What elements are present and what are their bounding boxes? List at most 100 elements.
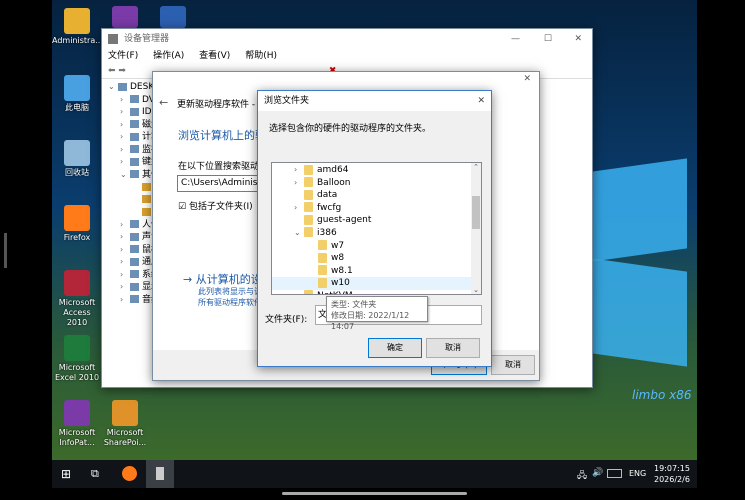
- folder-icon: [318, 277, 327, 288]
- folder-item[interactable]: › NetKVM: [272, 290, 481, 294]
- language-indicator[interactable]: ENG: [629, 469, 646, 478]
- network-icon[interactable]: 🖧: [577, 468, 587, 484]
- expand-chevron-icon[interactable]: ›: [120, 294, 130, 307]
- device-icon: [130, 232, 139, 241]
- expand-chevron-icon[interactable]: ⌄: [294, 227, 304, 240]
- expand-chevron-icon[interactable]: ›: [120, 156, 130, 169]
- expand-chevron-icon[interactable]: ›: [120, 144, 130, 157]
- desktop-icon[interactable]: Microsoft Access 2010: [52, 270, 102, 328]
- windows-logo-pane: [592, 258, 687, 367]
- device-icon: [130, 257, 139, 266]
- maximize-button[interactable]: ☐: [544, 29, 552, 49]
- tooltip-type: 类型: 文件夹: [331, 300, 377, 309]
- browse-folder-dialog: 浏览文件夹 ✕ 选择包含你的硬件的驱动程序的文件夹。 › amd64 › Balloo…: [257, 90, 492, 367]
- close-button[interactable]: ✕: [477, 91, 485, 111]
- app-icon: [64, 400, 90, 426]
- firefox-taskbar-icon[interactable]: [122, 466, 137, 481]
- expand-chevron-icon[interactable]: ›: [294, 164, 304, 177]
- expand-chevron-icon[interactable]: ›: [120, 256, 130, 269]
- title-bar: 浏览文件夹 ✕: [258, 91, 491, 111]
- desktop-icon-label: Firefox: [63, 233, 91, 242]
- folder-item[interactable]: ⌄ i386: [272, 227, 481, 240]
- keyboard-icon[interactable]: [607, 469, 622, 478]
- device-manager-taskbar-icon[interactable]: [146, 460, 174, 488]
- expand-chevron-icon[interactable]: ›: [294, 177, 304, 190]
- expand-chevron-icon[interactable]: ›: [294, 290, 304, 294]
- back-arrow-icon[interactable]: ←: [159, 96, 168, 109]
- include-subfolders-label: 包括子文件夹(I): [188, 202, 253, 212]
- scrollbar[interactable]: ⌃ ⌄: [471, 163, 481, 294]
- menu-action[interactable]: 操作(A): [153, 51, 184, 61]
- cancel-button[interactable]: 取消: [491, 355, 535, 375]
- folder-name: w10: [331, 278, 350, 289]
- pick-desc: 此列表将显示与该: [198, 287, 262, 296]
- desktop-icon-label: 回收站: [65, 168, 89, 177]
- folder-name: NetKVM: [317, 291, 353, 294]
- folder-item[interactable]: w10: [272, 277, 481, 290]
- back-icon[interactable]: ⬅: [108, 66, 116, 76]
- folder-name: Balloon: [317, 177, 351, 188]
- desktop-icon-label: Administra...: [52, 36, 103, 45]
- folder-item[interactable]: guest-agent: [272, 214, 481, 227]
- desktop-icon-label: 此电脑: [65, 103, 89, 112]
- desktop-icon[interactable]: Microsoft InfoPat...: [52, 400, 102, 448]
- expand-chevron-icon[interactable]: ›: [294, 202, 304, 215]
- desktop-icon-label: Microsoft Access 2010: [58, 298, 96, 327]
- task-view-icon[interactable]: ⧉: [91, 467, 99, 481]
- app-icon: [64, 140, 90, 166]
- close-button[interactable]: ✕: [574, 29, 582, 49]
- expand-chevron-icon[interactable]: ⌄: [108, 81, 118, 94]
- folder-item[interactable]: w8: [272, 252, 481, 265]
- instruction-text: 选择包含你的硬件的驱动程序的文件夹。: [269, 124, 432, 134]
- folder-item[interactable]: › fwcfg: [272, 202, 481, 215]
- clock[interactable]: 19:07:15 2026/2/6: [654, 463, 690, 485]
- desktop-icon[interactable]: Administra...: [52, 8, 103, 46]
- minimize-button[interactable]: —: [511, 29, 520, 49]
- app-icon: [64, 75, 90, 101]
- desktop-icon[interactable]: 此电脑: [52, 75, 102, 113]
- cancel-button[interactable]: 取消: [426, 338, 480, 358]
- include-subfolders-checkbox[interactable]: ☑ 包括子文件夹(I): [178, 199, 253, 212]
- menu-file[interactable]: 文件(F): [108, 51, 138, 61]
- menu-help[interactable]: 帮助(H): [245, 51, 277, 61]
- expand-chevron-icon[interactable]: ›: [120, 219, 130, 232]
- expand-chevron-icon[interactable]: ›: [120, 281, 130, 294]
- expand-chevron-icon[interactable]: ›: [120, 244, 130, 257]
- device-icon: [130, 95, 139, 103]
- taskbar: ⊞ ⧉ 🖧 🔊 ENG 19:07:15 2026/2/6: [52, 460, 697, 488]
- ok-button[interactable]: 确定: [368, 338, 422, 358]
- expand-chevron-icon[interactable]: ›: [120, 119, 130, 132]
- expand-chevron-icon[interactable]: ›: [120, 231, 130, 244]
- forward-icon[interactable]: ➡: [118, 66, 126, 76]
- pick-from-list-link[interactable]: → 从计算机的设: [183, 271, 262, 287]
- start-button[interactable]: ⊞: [61, 467, 71, 481]
- desktop-icon[interactable]: 回收站: [52, 140, 102, 178]
- word-icon[interactable]: [160, 6, 186, 28]
- expand-chevron-icon[interactable]: ›: [120, 106, 130, 119]
- desktop-icon[interactable]: Firefox: [52, 205, 102, 243]
- infopath-icon[interactable]: [112, 6, 138, 28]
- folder-item[interactable]: › amd64: [272, 164, 481, 177]
- desktop-icon[interactable]: Microsoft Excel 2010: [52, 335, 102, 383]
- folder-icon: [318, 240, 327, 251]
- folder-item[interactable]: w8.1: [272, 265, 481, 278]
- folder-item[interactable]: data: [272, 189, 481, 202]
- folder-item[interactable]: w7: [272, 240, 481, 253]
- desktop-icon-label: Microsoft Excel 2010: [54, 363, 100, 382]
- folder-name: data: [317, 190, 338, 201]
- close-button[interactable]: ✕: [523, 74, 531, 84]
- window-title: 设备管理器: [124, 34, 170, 44]
- folder-tree: › amd64 › Balloon data › fwcfg guest-agent ⌄ i386…: [271, 162, 482, 295]
- home-indicator[interactable]: [282, 492, 467, 495]
- folder-name: w8.1: [331, 265, 353, 276]
- volume-icon[interactable]: 🔊: [592, 468, 603, 478]
- expand-chevron-icon[interactable]: ›: [120, 269, 130, 282]
- expand-chevron-icon[interactable]: ⌄: [120, 169, 130, 182]
- desktop-icon[interactable]: Microsoft SharePoi...: [100, 400, 150, 448]
- folder-item[interactable]: › Balloon: [272, 177, 481, 190]
- scrollbar-thumb[interactable]: [472, 196, 480, 229]
- side-handle[interactable]: [4, 233, 7, 268]
- expand-chevron-icon[interactable]: ›: [120, 131, 130, 144]
- expand-chevron-icon[interactable]: ›: [120, 94, 130, 107]
- menu-view[interactable]: 查看(V): [199, 51, 230, 61]
